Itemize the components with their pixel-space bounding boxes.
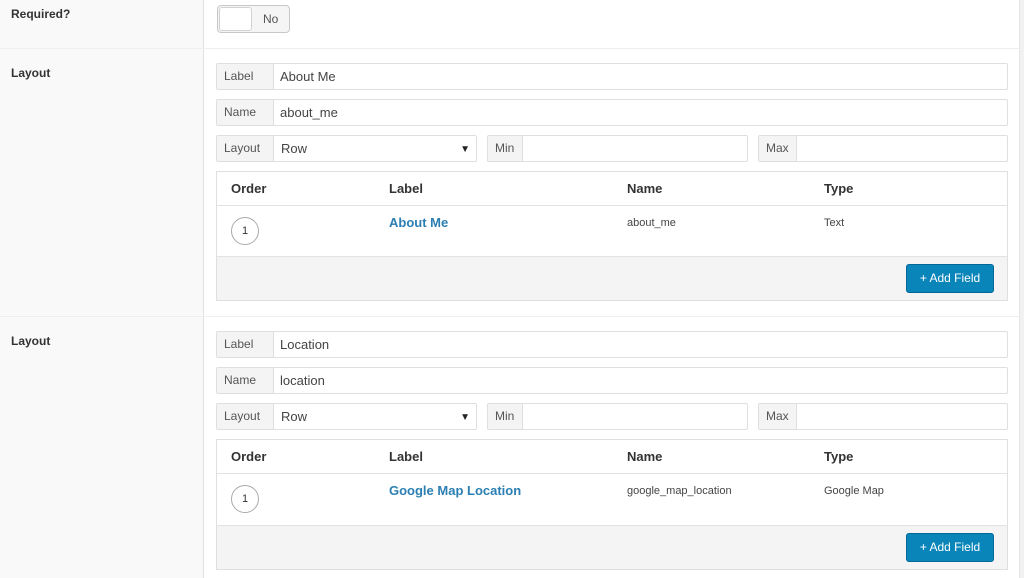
layout-select[interactable]: Layout Row ▼ bbox=[216, 135, 477, 162]
fields-table: Order Label Name Type 1 Google Map Locat… bbox=[216, 439, 1008, 570]
field-type: Text bbox=[824, 217, 845, 229]
table-row[interactable]: 1 Google Map Location google_map_locatio… bbox=[217, 474, 1007, 525]
name-field[interactable]: Name about_me bbox=[216, 99, 1008, 126]
col-order: Order bbox=[231, 181, 267, 196]
label-field-value[interactable]: Location bbox=[280, 332, 329, 357]
layout-select-value[interactable]: Row bbox=[281, 136, 307, 161]
table-header: Order Label Name Type bbox=[217, 440, 1007, 474]
layout-select-prefix: Layout bbox=[217, 136, 274, 161]
table-header: Order Label Name Type bbox=[217, 172, 1007, 206]
fields-table: Order Label Name Type 1 About Me about_m… bbox=[216, 171, 1008, 301]
add-field-button[interactable]: + Add Field bbox=[906, 533, 994, 562]
min-field-prefix: Min bbox=[488, 136, 523, 161]
col-label: Label bbox=[389, 181, 423, 196]
max-field[interactable]: Max bbox=[758, 135, 1008, 162]
dropdown-caret-icon[interactable]: ▼ bbox=[460, 137, 470, 162]
min-field[interactable]: Min bbox=[487, 403, 748, 430]
col-order: Order bbox=[231, 449, 267, 464]
max-field-prefix: Max bbox=[759, 136, 797, 161]
layout-select-prefix: Layout bbox=[217, 404, 274, 429]
order-handle[interactable]: 1 bbox=[231, 217, 259, 245]
name-field-value[interactable]: location bbox=[280, 368, 325, 393]
label-field-prefix: Label bbox=[217, 332, 274, 357]
min-field-prefix: Min bbox=[488, 404, 523, 429]
layout-row-body: Label About Me Name about_me Layout Row … bbox=[204, 49, 1019, 316]
field-label-link[interactable]: About Me bbox=[389, 215, 448, 230]
col-name: Name bbox=[627, 181, 663, 196]
scrollbar-track[interactable] bbox=[1019, 0, 1024, 578]
layout-row-body: Label Location Name location Layout Row … bbox=[204, 317, 1019, 578]
layout-row-label: Layout bbox=[0, 49, 204, 316]
name-field-prefix: Name bbox=[217, 100, 274, 125]
label-field-prefix: Label bbox=[217, 64, 274, 89]
label-field[interactable]: Label Location bbox=[216, 331, 1008, 358]
table-footer: + Add Field bbox=[217, 525, 1007, 569]
name-field-value[interactable]: about_me bbox=[280, 100, 338, 125]
required-row-body: No bbox=[204, 0, 1019, 48]
table-row[interactable]: 1 About Me about_me Text bbox=[217, 206, 1007, 257]
field-label-link[interactable]: Google Map Location bbox=[389, 483, 521, 498]
field-type: Google Map bbox=[824, 485, 884, 497]
dropdown-caret-icon[interactable]: ▼ bbox=[460, 405, 470, 430]
order-handle[interactable]: 1 bbox=[231, 485, 259, 513]
layout-select-value[interactable]: Row bbox=[281, 404, 307, 429]
field-name: about_me bbox=[627, 217, 676, 229]
layout-select[interactable]: Layout Row ▼ bbox=[216, 403, 477, 430]
name-field-prefix: Name bbox=[217, 368, 274, 393]
layout-row-location: Layout Label Location Name location Layo… bbox=[0, 317, 1019, 578]
layout-section-label: Layout bbox=[11, 66, 51, 80]
field-name: google_map_location bbox=[627, 485, 732, 497]
max-field-prefix: Max bbox=[759, 404, 797, 429]
layout-row-about-me: Layout Label About Me Name about_me Layo… bbox=[0, 49, 1019, 317]
max-field[interactable]: Max bbox=[758, 403, 1008, 430]
required-label: Required? bbox=[11, 7, 71, 21]
col-name: Name bbox=[627, 449, 663, 464]
required-toggle[interactable]: No bbox=[217, 5, 290, 33]
layout-section-label: Layout bbox=[11, 334, 51, 348]
toggle-knob[interactable] bbox=[219, 7, 252, 31]
name-field[interactable]: Name location bbox=[216, 367, 1008, 394]
table-footer: + Add Field bbox=[217, 256, 1007, 300]
col-label: Label bbox=[389, 449, 423, 464]
layout-row-label: Layout bbox=[0, 317, 204, 578]
label-field-value[interactable]: About Me bbox=[280, 64, 336, 89]
required-row-label: Required? bbox=[0, 0, 204, 48]
col-type: Type bbox=[824, 449, 854, 464]
label-field[interactable]: Label About Me bbox=[216, 63, 1008, 90]
required-row: Required? No bbox=[0, 0, 1019, 49]
col-type: Type bbox=[824, 181, 854, 196]
add-field-button[interactable]: + Add Field bbox=[906, 264, 994, 293]
toggle-text: No bbox=[263, 12, 279, 26]
min-field[interactable]: Min bbox=[487, 135, 748, 162]
